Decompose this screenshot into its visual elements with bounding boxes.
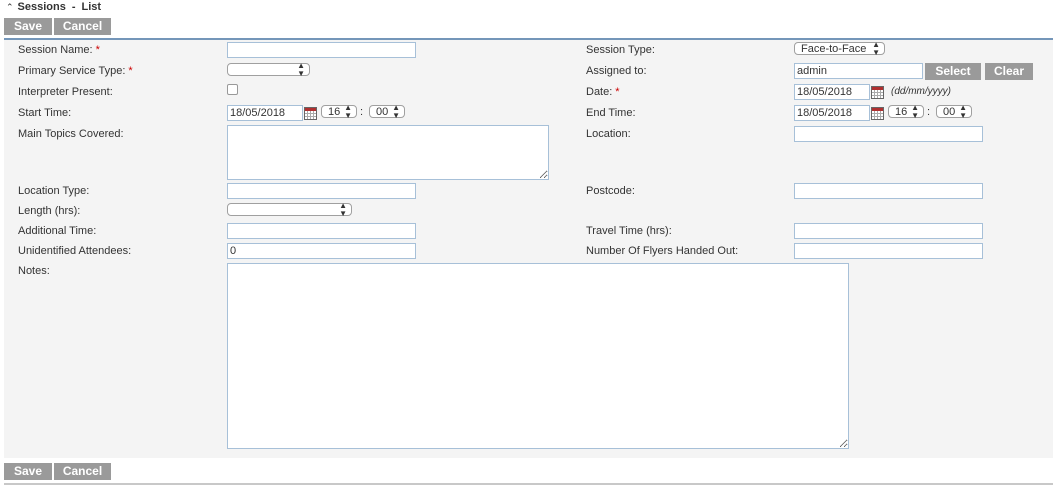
flyers-label: Number Of Flyers Handed Out: [586, 245, 739, 257]
primary-service-type-select[interactable]: ▲ ▼ [227, 60, 310, 78]
session-type-value: Face-to-Face [801, 42, 867, 55]
notes-textarea[interactable] [227, 263, 849, 449]
location-type-label: Location Type: [18, 185, 90, 197]
updown-arrow-icon: ▲ ▼ [297, 60, 305, 78]
additional-time-label: Additional Time: [18, 225, 97, 237]
updown-arrow-icon: ▲ ▼ [959, 102, 967, 120]
unidentified-attendees-input[interactable] [227, 243, 416, 259]
page-title: Sessions [17, 1, 66, 13]
travel-time-input[interactable] [794, 223, 983, 239]
postcode-label: Postcode: [586, 185, 635, 197]
session-name-label: Session Name: * [18, 44, 100, 56]
updown-arrow-icon: ▲ ▼ [392, 102, 400, 120]
end-date-input[interactable] [794, 105, 870, 121]
required-marker: * [128, 65, 133, 77]
calendar-icon[interactable] [871, 86, 884, 99]
calendar-icon[interactable] [871, 107, 884, 120]
select-user-button[interactable]: Select [925, 63, 981, 80]
updown-arrow-icon: ▲ ▼ [344, 102, 352, 120]
flyers-input[interactable] [794, 243, 983, 259]
length-hrs-select[interactable]: ▲ ▼ [227, 200, 352, 218]
assigned-to-input[interactable] [794, 63, 923, 79]
updown-arrow-icon: ▲ ▼ [872, 39, 880, 57]
location-type-input[interactable] [227, 183, 416, 199]
session-name-input[interactable] [227, 42, 416, 58]
interpreter-present-label: Interpreter Present: [18, 86, 113, 98]
location-input[interactable] [794, 126, 983, 142]
main-topics-textarea[interactable] [227, 125, 549, 180]
date-label: Date: * [586, 86, 620, 98]
save-button-bottom[interactable]: Save [4, 463, 53, 480]
start-time-label: Start Time: [18, 107, 72, 119]
interpreter-present-checkbox[interactable] [227, 84, 238, 95]
calendar-icon[interactable] [304, 107, 317, 120]
primary-service-type-label: Primary Service Type: * [18, 65, 133, 77]
notes-label: Notes: [18, 265, 50, 277]
updown-arrow-icon: ▲ ▼ [911, 102, 919, 120]
travel-time-label: Travel Time (hrs): [586, 225, 672, 237]
bottom-divider [4, 483, 1053, 485]
postcode-input[interactable] [794, 183, 983, 199]
unidentified-attendees-label: Unidentified Attendees: [18, 245, 132, 257]
additional-time-input[interactable] [227, 223, 416, 239]
page-header: ⌃ Sessions - List [6, 0, 101, 14]
assigned-to-label: Assigned to: [586, 65, 647, 77]
start-hour-value: 16 [328, 105, 341, 118]
cancel-button-top[interactable]: Cancel [54, 18, 111, 35]
updown-arrow-icon: ▲ ▼ [339, 200, 347, 218]
time-colon: : [927, 106, 931, 118]
end-minute-value: 00 [943, 105, 956, 118]
start-minute-select[interactable]: 00 ▲ ▼ [369, 102, 405, 120]
session-type-select[interactable]: Face-to-Face ▲ ▼ [794, 39, 885, 57]
date-input[interactable] [794, 84, 870, 100]
session-name-label-text: Session Name: [18, 44, 93, 56]
required-marker: * [95, 44, 100, 56]
end-hour-select[interactable]: 16 ▲ ▼ [888, 102, 924, 120]
cancel-button-bottom[interactable]: Cancel [54, 463, 111, 480]
required-marker: * [615, 86, 620, 98]
title-separator: - [71, 1, 76, 13]
collapse-icon[interactable]: ⌃ [6, 2, 14, 13]
clear-user-button[interactable]: Clear [985, 63, 1033, 80]
end-hour-value: 16 [895, 105, 908, 118]
save-button-top[interactable]: Save [4, 18, 53, 35]
main-topics-label: Main Topics Covered: [18, 128, 124, 140]
location-label: Location: [586, 128, 631, 140]
start-date-input[interactable] [227, 105, 303, 121]
end-minute-select[interactable]: 00 ▲ ▼ [936, 102, 972, 120]
length-hrs-label: Length (hrs): [18, 205, 81, 217]
breadcrumb-list-link[interactable]: List [82, 1, 102, 13]
date-label-text: Date: [586, 86, 613, 98]
end-time-label: End Time: [586, 107, 636, 119]
start-hour-select[interactable]: 16 ▲ ▼ [321, 102, 357, 120]
date-format-hint: (dd/mm/yyyy) [891, 86, 951, 97]
primary-service-type-label-text: Primary Service Type: [18, 65, 126, 77]
time-colon: : [360, 106, 364, 118]
session-type-label: Session Type: [586, 44, 655, 56]
start-minute-value: 00 [376, 105, 389, 118]
